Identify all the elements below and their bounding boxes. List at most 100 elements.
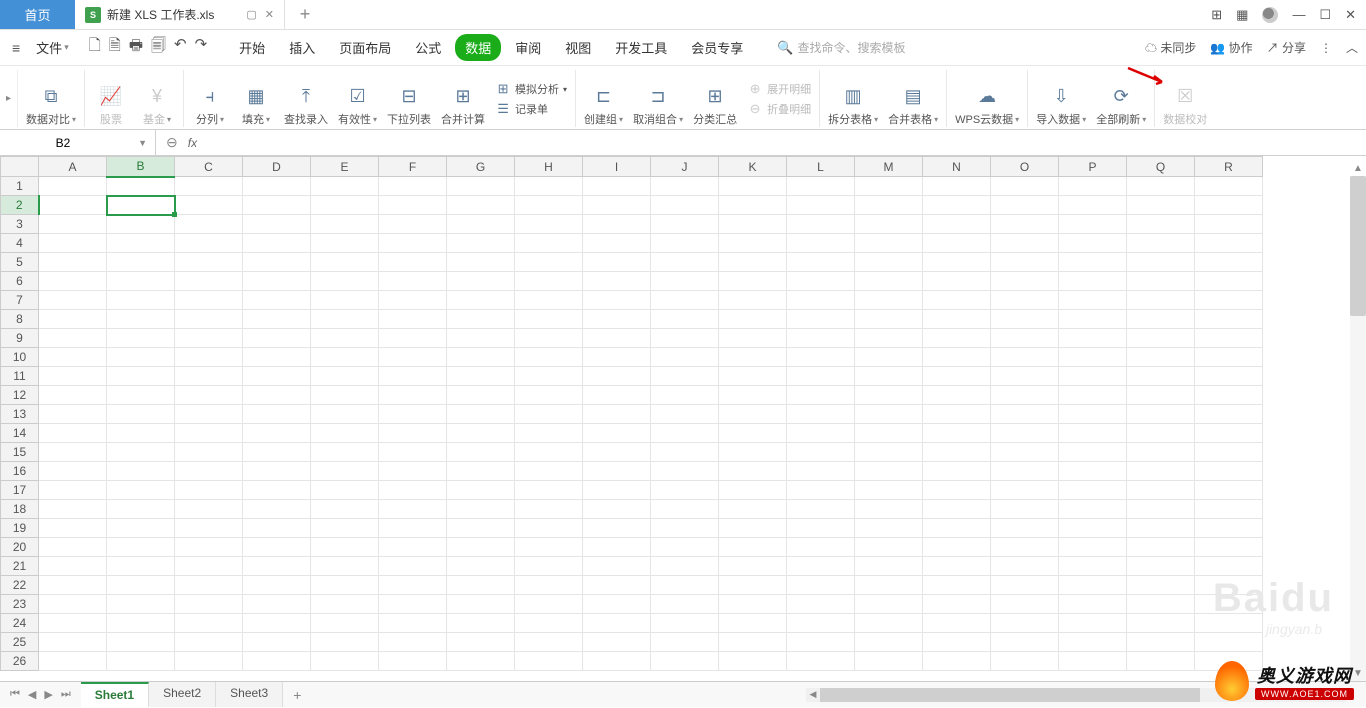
cell-I23[interactable] [583,595,651,614]
cell-D10[interactable] [243,348,311,367]
cell-L11[interactable] [787,367,855,386]
undo-icon[interactable]: ↶ [174,35,187,60]
cell-N26[interactable] [923,652,991,671]
cell-I10[interactable] [583,348,651,367]
cell-P10[interactable] [1059,348,1127,367]
cell-G7[interactable] [447,291,515,310]
cell-J21[interactable] [651,557,719,576]
cell-N14[interactable] [923,424,991,443]
cell-L22[interactable] [787,576,855,595]
cell-F11[interactable] [379,367,447,386]
cell-O3[interactable] [991,215,1059,234]
cell-D5[interactable] [243,253,311,272]
cell-G12[interactable] [447,386,515,405]
cell-P4[interactable] [1059,234,1127,253]
cell-P12[interactable] [1059,386,1127,405]
cell-O13[interactable] [991,405,1059,424]
cell-L25[interactable] [787,633,855,652]
menu-tab-开发工具[interactable]: 开发工具 [605,34,677,61]
cell-Q20[interactable] [1127,538,1195,557]
cell-C8[interactable] [175,310,243,329]
cell-G25[interactable] [447,633,515,652]
cell-Q21[interactable] [1127,557,1195,576]
cell-I13[interactable] [583,405,651,424]
row-header-22[interactable]: 22 [1,576,39,595]
cell-C23[interactable] [175,595,243,614]
save-icon[interactable]: 🗋 [89,35,101,60]
cell-K20[interactable] [719,538,787,557]
cell-G5[interactable] [447,253,515,272]
cell-Q26[interactable] [1127,652,1195,671]
cell-I8[interactable] [583,310,651,329]
cell-J5[interactable] [651,253,719,272]
cell-A3[interactable] [39,215,107,234]
cell-D20[interactable] [243,538,311,557]
cell-C14[interactable] [175,424,243,443]
cell-E16[interactable] [311,462,379,481]
cell-H20[interactable] [515,538,583,557]
cell-F3[interactable] [379,215,447,234]
cell-D17[interactable] [243,481,311,500]
cell-N24[interactable] [923,614,991,633]
cell-N22[interactable] [923,576,991,595]
menu-tab-插入[interactable]: 插入 [279,34,325,61]
cell-K16[interactable] [719,462,787,481]
cell-F7[interactable] [379,291,447,310]
cell-I4[interactable] [583,234,651,253]
maximize-icon[interactable]: ☐ [1319,7,1331,23]
cell-I1[interactable] [583,177,651,196]
cell-F2[interactable] [379,196,447,215]
cell-K19[interactable] [719,519,787,538]
cell-P13[interactable] [1059,405,1127,424]
cell-M19[interactable] [855,519,923,538]
menu-tab-会员专享[interactable]: 会员专享 [681,34,753,61]
cell-R14[interactable] [1195,424,1263,443]
add-sheet-button[interactable]: + [283,687,311,703]
cell-R15[interactable] [1195,443,1263,462]
cell-L9[interactable] [787,329,855,348]
cell-L2[interactable] [787,196,855,215]
cell-E18[interactable] [311,500,379,519]
cell-F19[interactable] [379,519,447,538]
cell-O24[interactable] [991,614,1059,633]
row-header-20[interactable]: 20 [1,538,39,557]
cell-E23[interactable] [311,595,379,614]
cell-Q7[interactable] [1127,291,1195,310]
cell-E13[interactable] [311,405,379,424]
cell-N3[interactable] [923,215,991,234]
cell-B9[interactable] [107,329,175,348]
cell-L21[interactable] [787,557,855,576]
sheet-nav-next-icon[interactable]: ▶ [44,688,52,701]
cell-D9[interactable] [243,329,311,348]
cell-O16[interactable] [991,462,1059,481]
sheet-nav-first-icon[interactable]: ⏮ [10,688,20,701]
cell-I22[interactable] [583,576,651,595]
cell-H8[interactable] [515,310,583,329]
cell-C16[interactable] [175,462,243,481]
scroll-left-icon[interactable]: ◀ [806,688,820,702]
row-header-21[interactable]: 21 [1,557,39,576]
row-header-9[interactable]: 9 [1,329,39,348]
cell-E10[interactable] [311,348,379,367]
cell-O22[interactable] [991,576,1059,595]
cell-I11[interactable] [583,367,651,386]
cell-B21[interactable] [107,557,175,576]
data-compare-button[interactable]: ⧉ 数据对比 [26,71,76,127]
cell-K14[interactable] [719,424,787,443]
row-header-26[interactable]: 26 [1,652,39,671]
cell-D16[interactable] [243,462,311,481]
cell-C18[interactable] [175,500,243,519]
cell-F14[interactable] [379,424,447,443]
cell-R6[interactable] [1195,272,1263,291]
cell-C25[interactable] [175,633,243,652]
cell-I17[interactable] [583,481,651,500]
column-header-P[interactable]: P [1059,157,1127,177]
cell-M4[interactable] [855,234,923,253]
cell-A20[interactable] [39,538,107,557]
cell-F15[interactable] [379,443,447,462]
cell-L18[interactable] [787,500,855,519]
cell-H19[interactable] [515,519,583,538]
column-header-Q[interactable]: Q [1127,157,1195,177]
cell-I6[interactable] [583,272,651,291]
cell-P5[interactable] [1059,253,1127,272]
